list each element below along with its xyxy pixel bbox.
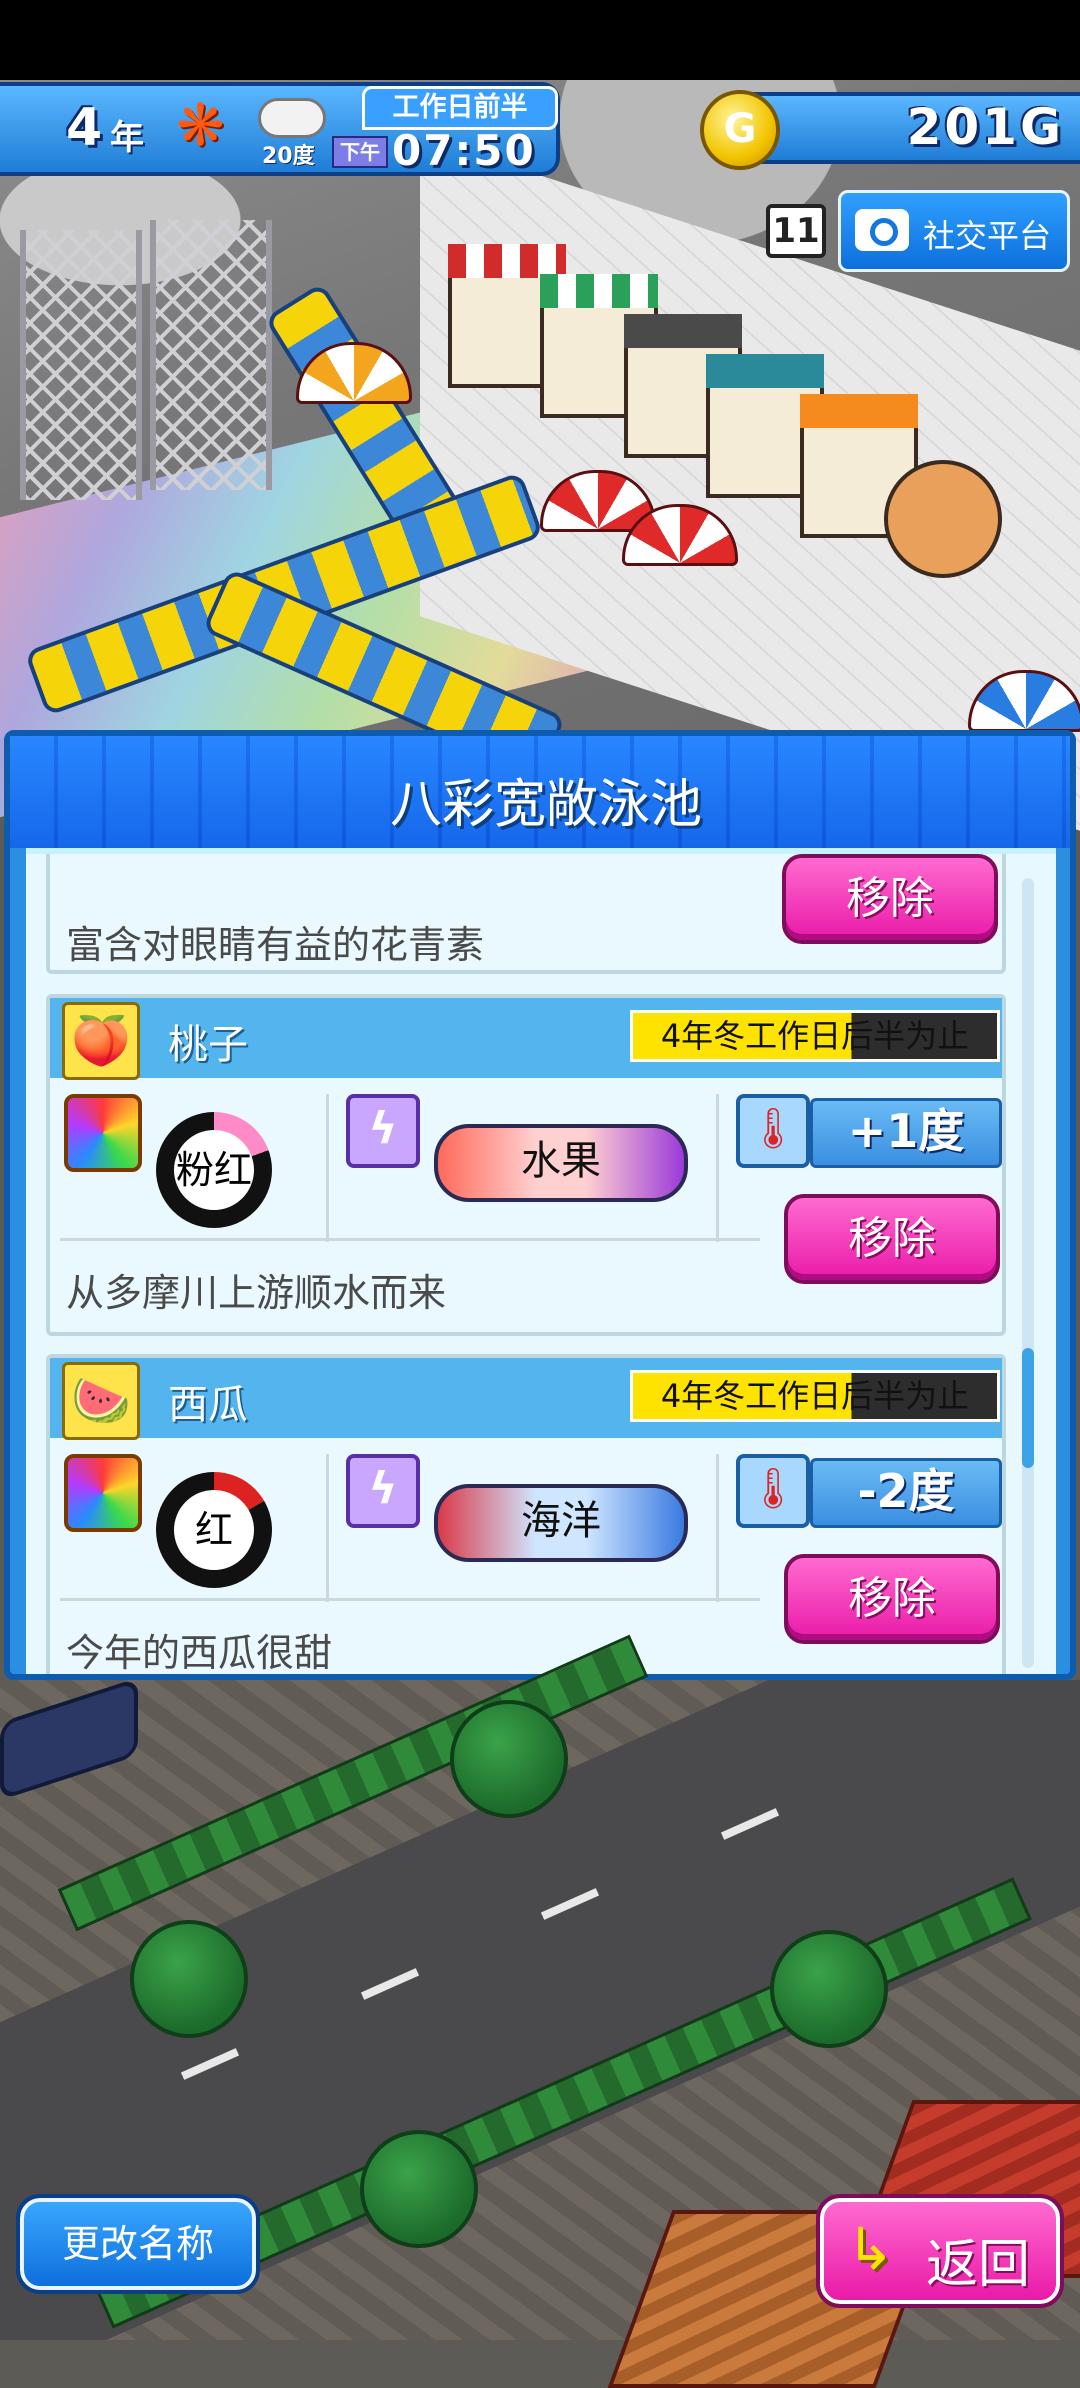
item-card: 移除 富含对眼睛有益的花青素 [46,854,1006,974]
period-tab: 工作日前半 [362,86,558,130]
color-ring: 红 [156,1472,272,1588]
money-hud: G 201G [700,90,1080,170]
slide-tower [150,220,272,490]
item-name: 桃子 [168,1022,248,1068]
tree [450,1700,568,1818]
pool-detail-panel: 八彩宽敞泳池 移除 富含对眼睛有益的花青素 🍑 桃子 4年冬工作日后半为止 粉红… [4,730,1076,1680]
lightning-icon: ϟ [346,1454,420,1528]
cloud-icon [258,98,326,138]
watermelon-icon: 🍉 [62,1362,140,1440]
road-marking [180,2048,240,2080]
social-label: 社交平台 [923,217,1052,255]
back-button[interactable]: ↳ 返回 [816,2194,1064,2308]
item-name: 西瓜 [168,1382,248,1428]
scrollbar-thumb[interactable] [1022,1348,1034,1468]
temperature: 20度 [262,144,315,169]
back-arrow-icon: ↳ [846,2215,895,2283]
ampm-badge: 下午 [332,136,388,168]
year-value: 4 [66,98,103,158]
clock: 07:50 [392,126,536,175]
donut-stall [884,460,1002,578]
road-marking [540,1888,600,1920]
game-scene-top[interactable] [0,80,1080,844]
item-description: 今年的西瓜很甜 [66,1631,333,1674]
divider [326,1094,329,1242]
thermometer-icon: 🌡 [736,1094,810,1168]
money-value: 201G [906,98,1064,156]
divider [716,1094,719,1242]
divider [60,1598,760,1601]
tag-pill: 水果 [434,1124,688,1202]
color-label: 红 [174,1490,254,1570]
tree [360,2130,478,2248]
panel-title: 八彩宽敞泳池 [389,775,702,835]
year-unit: 年 [110,118,144,158]
expiry-badge: 4年冬工作日后半为止 [630,1010,1000,1062]
temp-modifier: -2度 [810,1458,1002,1528]
thermometer-icon: 🌡 [736,1454,810,1528]
back-label: 返回 [926,2235,1031,2295]
item-list[interactable]: 移除 富含对眼睛有益的花青素 🍑 桃子 4年冬工作日后半为止 粉红 ϟ 水果 🌡… [26,848,1056,1674]
slide-tower [20,230,142,500]
tag-pill: 海洋 [434,1484,688,1562]
social-platform-button[interactable]: 社交平台 [838,190,1070,272]
item-description: 富含对眼睛有益的花青素 [66,923,485,967]
divider [716,1454,719,1602]
divider [60,1238,760,1241]
color-label: 粉红 [174,1130,254,1210]
expiry-badge: 4年冬工作日后半为止 [630,1370,1000,1422]
remove-button[interactable]: 移除 [784,1194,1000,1284]
peach-icon: 🍑 [62,1002,140,1080]
lightning-icon: ϟ [346,1094,420,1168]
notification-count[interactable]: 11 [766,204,826,258]
remove-button[interactable]: 移除 [784,1554,1000,1644]
palette-icon [64,1454,142,1532]
maple-leaf-icon: ❋ [176,91,225,159]
tree [770,1930,888,2048]
date-time-hud: 4 年 ❋ 20度 工作日前半 下午 07:50 [0,82,560,176]
coin-icon: G [700,90,780,170]
remove-button[interactable]: 移除 [782,854,998,944]
item-card: 🍉 西瓜 4年冬工作日后半为止 红 ϟ 海洋 🌡 -2度 移除 今年的西瓜很甜 [46,1354,1006,1674]
item-description: 从多摩川上游顺水而来 [66,1271,447,1315]
status-bar [0,0,1080,80]
temp-modifier: +1度 [810,1098,1002,1168]
tree [130,1920,248,2038]
item-card: 🍑 桃子 4年冬工作日后半为止 粉红 ϟ 水果 🌡 +1度 移除 从多摩川上游顺… [46,994,1006,1336]
scrollbar[interactable] [1022,878,1034,1668]
road-marking [720,1808,780,1840]
palette-icon [64,1094,142,1172]
color-ring: 粉红 [156,1112,272,1228]
camera-icon [855,209,909,251]
divider [326,1454,329,1602]
road-marking [360,1968,420,2000]
rename-button[interactable]: 更改名称 [16,2194,260,2294]
